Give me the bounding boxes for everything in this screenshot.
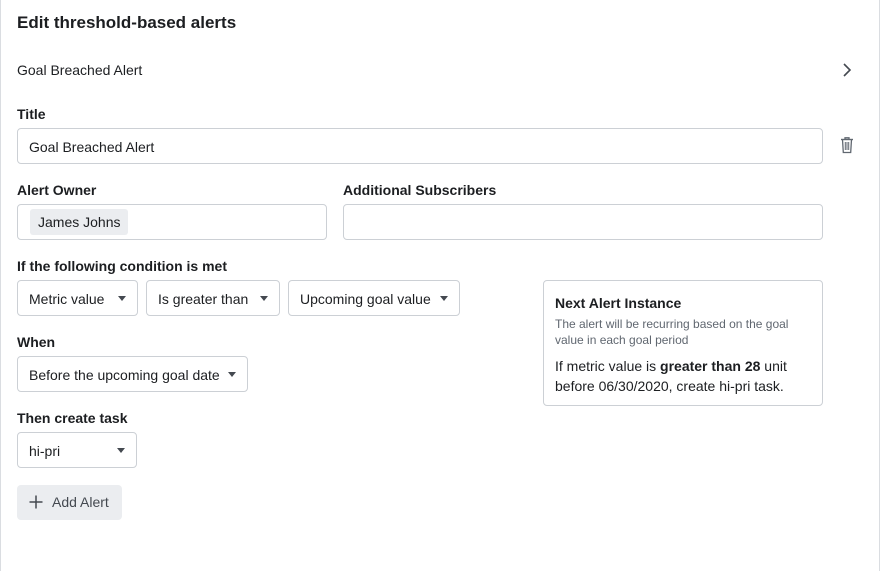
- target-select-value: Upcoming goal value: [300, 291, 431, 307]
- alert-owner-label: Alert Owner: [17, 182, 97, 198]
- next-alert-instance-card: Next Alert Instance The alert will be re…: [543, 280, 823, 406]
- metric-select[interactable]: Metric value: [17, 280, 138, 316]
- alert-selector-row[interactable]: Goal Breached Alert: [1, 52, 879, 88]
- caret-down-icon: [440, 296, 448, 301]
- metric-select-value: Metric value: [29, 291, 105, 307]
- add-alert-button[interactable]: Add Alert: [17, 485, 122, 520]
- when-select-value: Before the upcoming goal date: [29, 367, 220, 383]
- subscribers-label: Additional Subscribers: [343, 182, 497, 198]
- add-alert-label: Add Alert: [52, 494, 109, 510]
- next-alert-description: If metric value is greater than 28 unit …: [555, 356, 817, 396]
- next-alert-subtitle: The alert will be recurring based on the…: [555, 317, 789, 347]
- subscribers-input[interactable]: [343, 204, 823, 240]
- title-input[interactable]: Goal Breached Alert: [17, 128, 823, 164]
- task-select[interactable]: hi-pri: [17, 432, 137, 468]
- condition-label: If the following condition is met: [17, 258, 227, 274]
- caret-down-icon: [118, 296, 126, 301]
- caret-down-icon: [228, 372, 236, 377]
- alert-owner-input[interactable]: James Johns: [17, 204, 327, 240]
- when-label: When: [17, 334, 56, 350]
- caret-down-icon: [260, 296, 268, 301]
- target-select[interactable]: Upcoming goal value: [288, 280, 460, 316]
- chevron-right-icon[interactable]: [839, 61, 855, 79]
- alert-name: Goal Breached Alert: [17, 62, 143, 78]
- title-input-value: Goal Breached Alert: [29, 139, 155, 155]
- operator-select[interactable]: Is greater than: [146, 280, 280, 316]
- description-prefix: If metric value is: [555, 358, 661, 374]
- task-select-value: hi-pri: [29, 443, 61, 459]
- page-title: Edit threshold-based alerts: [17, 13, 237, 32]
- when-select[interactable]: Before the upcoming goal date: [17, 356, 248, 392]
- task-label: Then create task: [17, 410, 128, 426]
- next-alert-title: Next Alert Instance: [555, 295, 682, 311]
- trash-icon[interactable]: [839, 136, 855, 154]
- caret-down-icon: [117, 448, 125, 453]
- plus-icon: [29, 495, 43, 509]
- operator-select-value: Is greater than: [158, 291, 249, 307]
- description-threshold: greater than 28: [660, 358, 761, 374]
- owner-chip[interactable]: James Johns: [30, 209, 129, 235]
- dialog-panel: Edit threshold-based alerts Goal Breache…: [0, 0, 880, 571]
- title-label: Title: [17, 106, 46, 122]
